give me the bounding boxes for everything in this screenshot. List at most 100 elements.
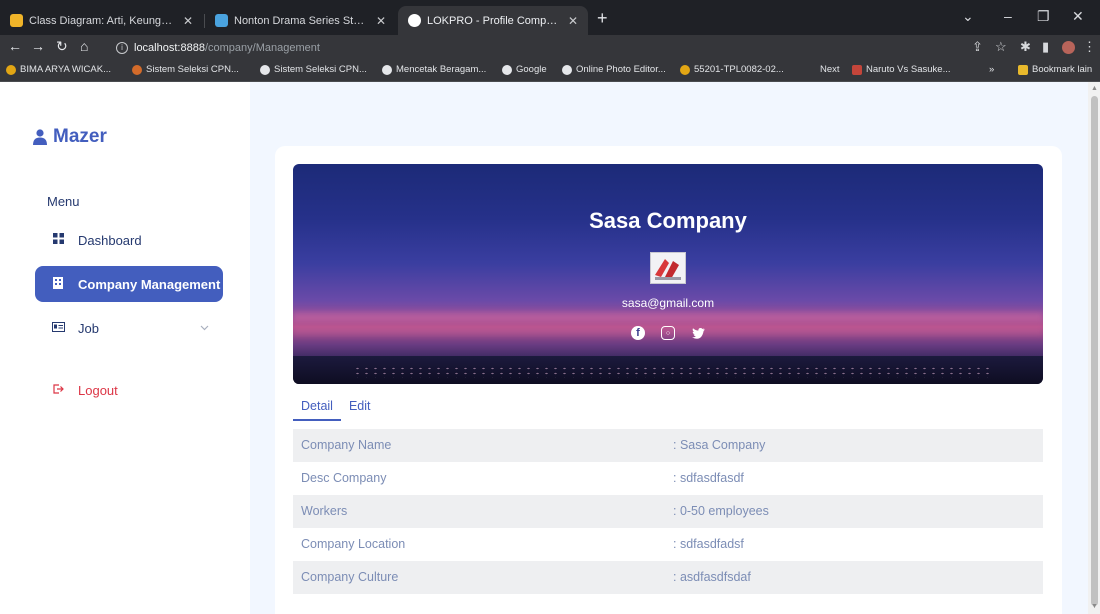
row-value: : Sasa Company bbox=[673, 438, 766, 452]
bookmark-icon bbox=[680, 64, 690, 75]
bookmark-item[interactable]: Sistem Seleksi CPN... bbox=[132, 64, 239, 75]
minimize-icon[interactable]: – bbox=[1004, 8, 1012, 24]
sidebar: Mazer Menu Dashboard Company Management … bbox=[0, 82, 250, 614]
bookmark-item[interactable]: Google bbox=[502, 64, 547, 75]
sidebar-item-label: Job bbox=[78, 320, 99, 336]
scroll-up-icon[interactable]: ▲ bbox=[1091, 85, 1098, 92]
menu-kebab-icon[interactable]: ⋮ bbox=[1083, 39, 1096, 55]
bookmark-icon bbox=[132, 64, 142, 75]
bookmark-label: Naruto Vs Sasuke... bbox=[866, 64, 951, 75]
bookmark-icon bbox=[502, 64, 512, 75]
bookmark-label: Sistem Seleksi CPN... bbox=[274, 64, 367, 75]
bookmark-label: Online Photo Editor... bbox=[576, 64, 666, 75]
bookmark-folder-other[interactable]: Bookmark lain bbox=[1018, 64, 1092, 75]
instagram-icon[interactable]: ○ bbox=[661, 326, 675, 340]
building-icon bbox=[51, 276, 65, 292]
sidebar-item-dashboard[interactable]: Dashboard bbox=[35, 222, 223, 258]
table-row: Workers : 0-50 employees bbox=[293, 495, 1043, 528]
folder-icon bbox=[1018, 64, 1028, 75]
favicon-icon bbox=[408, 14, 421, 27]
sidebar-item-company-management[interactable]: Company Management bbox=[35, 266, 223, 302]
company-name-heading: Sasa Company bbox=[589, 208, 747, 233]
home-icon[interactable]: ⌂ bbox=[80, 38, 88, 54]
bookmark-item[interactable]: Online Photo Editor... bbox=[562, 64, 666, 75]
table-row: Company Location : sdfasdfadsf bbox=[293, 528, 1043, 561]
forward-icon[interactable]: → bbox=[31, 38, 45, 54]
extensions-icon[interactable]: ✱ bbox=[1020, 39, 1031, 55]
bookmark-item[interactable]: Mencetak Beragam... bbox=[382, 64, 486, 75]
bookmark-item[interactable]: Naruto Vs Sasuke... bbox=[852, 64, 950, 75]
back-icon[interactable]: ← bbox=[8, 38, 22, 54]
profile-avatar-icon[interactable] bbox=[1062, 41, 1075, 54]
table-row: Company Culture : asdfasdfsdaf bbox=[293, 561, 1043, 594]
scrollbar-thumb[interactable] bbox=[1091, 96, 1098, 606]
hero-cloud bbox=[293, 312, 1043, 322]
menu-title: Menu bbox=[47, 194, 80, 209]
browser-tab-class-diagram[interactable]: Class Diagram: Arti, Keunggulan, ✕ bbox=[0, 6, 203, 35]
scroll-down-icon[interactable]: ▼ bbox=[1091, 603, 1098, 610]
grid-icon bbox=[51, 233, 65, 247]
company-logo bbox=[650, 252, 686, 284]
main-content: Sasa Company sasa@gmail.com f ○ Detail E… bbox=[250, 82, 1088, 614]
bookmark-icon bbox=[6, 64, 16, 75]
site-info-icon[interactable]: i bbox=[116, 41, 128, 54]
row-label: Desc Company bbox=[301, 471, 387, 485]
tab-detail[interactable]: Detail bbox=[293, 391, 341, 421]
row-value: : sdfasdfasdf bbox=[673, 471, 744, 485]
tab-search-icon[interactable]: ⌄ bbox=[962, 8, 974, 25]
close-window-icon[interactable]: ✕ bbox=[1072, 8, 1084, 25]
detail-tabs: Detail Edit bbox=[293, 391, 379, 421]
table-row: Desc Company : sdfasdfasdf bbox=[293, 462, 1043, 495]
row-label: Company Culture bbox=[301, 570, 399, 584]
share-icon[interactable]: ⇪ bbox=[972, 39, 983, 55]
bookmark-icon bbox=[562, 64, 572, 75]
bookmark-item[interactable]: Sistem Seleksi CPN... bbox=[260, 64, 367, 75]
url-path: /company/Management bbox=[204, 41, 320, 54]
sidebar-item-job[interactable]: Job bbox=[35, 310, 223, 346]
close-tab-icon[interactable]: ✕ bbox=[376, 14, 386, 28]
browser-tab-nonton-drama[interactable]: Nonton Drama Series Start-Up (S ✕ bbox=[205, 6, 396, 35]
favicon-icon bbox=[215, 14, 228, 27]
row-label: Workers bbox=[301, 504, 348, 518]
facebook-icon[interactable]: f bbox=[631, 326, 645, 340]
new-tab-icon[interactable]: + bbox=[597, 9, 608, 27]
tab-title: Nonton Drama Series Start-Up (S bbox=[234, 14, 368, 27]
tab-edit[interactable]: Edit bbox=[341, 391, 379, 421]
card-icon bbox=[51, 321, 65, 335]
bookmark-label: Bookmark lain bbox=[1032, 64, 1093, 75]
reload-icon[interactable]: ↻ bbox=[56, 38, 68, 55]
row-value: : asdfasdfsdaf bbox=[673, 570, 751, 584]
brand-logo[interactable]: Mazer bbox=[33, 126, 107, 148]
bookmark-icon bbox=[382, 64, 392, 75]
logout-label: Logout bbox=[78, 382, 118, 398]
address-bar[interactable]: i localhost:8888/company/Management bbox=[116, 38, 1006, 57]
close-tab-icon[interactable]: ✕ bbox=[183, 14, 193, 28]
bookmark-star-icon[interactable]: ☆ bbox=[995, 39, 1007, 55]
sidebar-item-logout[interactable]: Logout bbox=[35, 372, 223, 408]
favicon-icon bbox=[10, 14, 23, 27]
close-tab-icon[interactable]: ✕ bbox=[568, 14, 578, 28]
maximize-icon[interactable]: ❐ bbox=[1037, 8, 1050, 25]
brand-name: Mazer bbox=[53, 126, 107, 147]
social-links: f ○ bbox=[293, 326, 1043, 340]
company-detail-table: Company Name : Sasa Company Desc Company… bbox=[293, 429, 1043, 594]
bookmarks-overflow-icon[interactable]: » bbox=[989, 64, 994, 75]
bookmark-item[interactable]: 55201-TPL0082-02... bbox=[680, 64, 784, 75]
bookmark-label: Next bbox=[820, 64, 840, 75]
chevron-down-icon[interactable] bbox=[200, 322, 209, 334]
row-label: Company Name bbox=[301, 438, 392, 452]
page-scrollbar[interactable]: ▲ ▼ bbox=[1088, 82, 1100, 614]
tab-title: Class Diagram: Arti, Keunggulan, bbox=[29, 14, 175, 27]
row-value: : sdfasdfadsf bbox=[673, 537, 744, 551]
twitter-icon[interactable] bbox=[691, 326, 705, 340]
logout-icon bbox=[51, 383, 65, 398]
browser-tabbar: Class Diagram: Arti, Keunggulan, ✕ Nonto… bbox=[0, 0, 1100, 35]
tab-title: LOKPRO - Profile Company bbox=[427, 14, 560, 27]
bookmark-item[interactable]: Next bbox=[820, 64, 840, 75]
bookmark-item[interactable]: BIMA ARYA WICAK... bbox=[6, 64, 111, 75]
sidepanel-icon[interactable]: ▮ bbox=[1042, 39, 1049, 55]
sidebar-item-label: Dashboard bbox=[78, 232, 142, 248]
browser-tab-lokpro[interactable]: LOKPRO - Profile Company ✕ bbox=[398, 6, 588, 35]
profile-hero-banner: Sasa Company sasa@gmail.com f ○ bbox=[293, 164, 1043, 384]
sidebar-item-label: Company Management bbox=[78, 276, 221, 292]
